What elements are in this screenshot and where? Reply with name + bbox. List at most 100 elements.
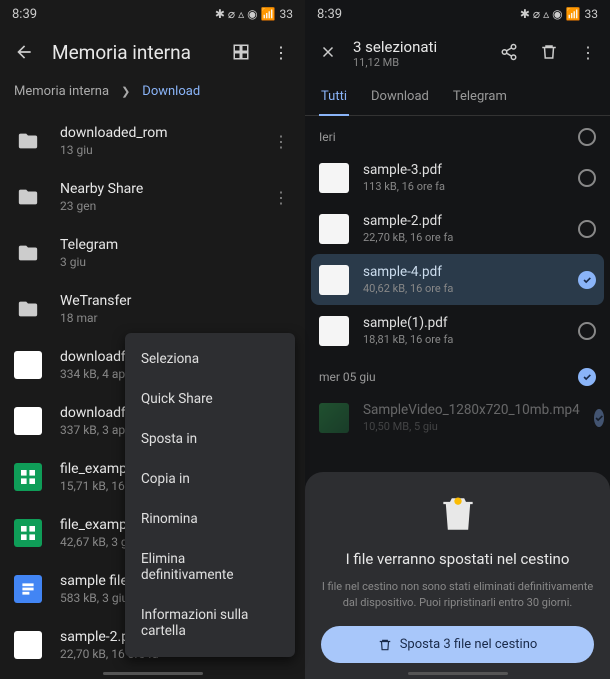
file-name: Nearby Share bbox=[60, 181, 253, 197]
list-item[interactable]: sample-2.pdf 22,70 kB, 16 ore fa bbox=[305, 203, 610, 254]
list-item[interactable]: sample-4.pdf 40,62 kB, 16 ore fa bbox=[311, 254, 604, 305]
status-bar: 8:39 ✱ ⌀ ▵ ◉ 📶 33 bbox=[0, 0, 305, 28]
page-title: Memoria interna bbox=[52, 41, 213, 64]
status-bar: 8:39 ✱ ⌀ ▵ ◉ 📶 33 bbox=[305, 0, 610, 28]
file-list: downloaded_rom13 giu⋮ Nearby Share 23 gen… bbox=[0, 113, 305, 673]
item-checkbox[interactable] bbox=[578, 322, 596, 340]
status-time: 8:39 bbox=[317, 7, 342, 22]
list-item[interactable]: downloaded_rom13 giu⋮ bbox=[0, 113, 305, 169]
file-meta: 18,81 kB, 16 ore fa bbox=[363, 333, 564, 346]
list-item[interactable]: sample(1).pdf 18,81 kB, 16 ore fa bbox=[305, 305, 610, 356]
doc-thumb-icon bbox=[14, 351, 42, 379]
sheet-title: I file verranno spostati nel cestino bbox=[321, 550, 594, 570]
file-name: sample-3.pdf bbox=[363, 162, 564, 178]
tab-all[interactable]: Tutti bbox=[319, 79, 349, 116]
menu-item-rename[interactable]: Rinomina bbox=[125, 499, 295, 539]
selection-count: 3 selezionati bbox=[353, 38, 484, 56]
bottom-sheet: I file verranno spostati nel cestino I f… bbox=[305, 472, 610, 679]
item-menu-button[interactable]: ⋮ bbox=[271, 132, 291, 151]
item-checkbox[interactable] bbox=[578, 220, 596, 238]
status-time: 8:39 bbox=[12, 7, 37, 22]
xlsx-icon bbox=[14, 519, 42, 547]
video-thumb-icon bbox=[319, 403, 349, 433]
file-name: sample-4.pdf bbox=[363, 264, 564, 280]
file-name: Telegram bbox=[60, 237, 291, 253]
tabs: Tutti Download Telegram bbox=[305, 79, 610, 116]
selection-header: 3 selezionati 11,12 MB ⋮ bbox=[305, 28, 610, 79]
section-checkbox-checked[interactable] bbox=[578, 368, 596, 386]
delete-button[interactable] bbox=[540, 43, 558, 65]
doc-thumb-icon bbox=[319, 214, 349, 244]
view-grid-button[interactable] bbox=[229, 40, 253, 64]
file-meta: 18 mar bbox=[60, 311, 291, 325]
item-checkbox-checked[interactable] bbox=[578, 271, 596, 289]
trash-icon bbox=[436, 492, 480, 536]
file-name: downloaded_rom bbox=[60, 125, 253, 141]
section-header: mer 05 giu bbox=[305, 356, 610, 392]
list-item[interactable]: SampleVideo_1280x720_10mb.mp4 10,50 MB, 5… bbox=[305, 392, 610, 443]
move-to-trash-button[interactable]: Sposta 3 file nel cestino bbox=[321, 626, 594, 663]
overflow-menu-button[interactable]: ⋮ bbox=[269, 40, 293, 64]
sheet-body: I file nel cestino non sono stati elimin… bbox=[321, 579, 594, 610]
file-meta: 3 giu bbox=[60, 255, 291, 269]
back-button[interactable] bbox=[12, 40, 36, 64]
file-meta: 40,62 kB, 16 ore fa bbox=[363, 282, 564, 295]
menu-item-move-to[interactable]: Sposta in bbox=[125, 419, 295, 459]
xlsx-icon bbox=[14, 463, 42, 491]
nav-bar-hint bbox=[103, 672, 203, 675]
trash-icon bbox=[378, 638, 392, 652]
status-icons: ✱ ⌀ ▵ ◉ 📶 33 bbox=[215, 7, 293, 21]
menu-item-folder-info[interactable]: Informazioni sulla cartella bbox=[125, 595, 295, 651]
item-menu-button[interactable]: ⋮ bbox=[271, 188, 291, 207]
file-meta: 22,70 kB, 16 ore fa bbox=[363, 231, 564, 244]
menu-item-copy-to[interactable]: Copia in bbox=[125, 459, 295, 499]
list-item[interactable]: sample-3.pdf 113 kB, 16 ore fa bbox=[305, 152, 610, 203]
folder-icon bbox=[14, 239, 42, 267]
chevron-right-icon: ❯ bbox=[121, 85, 130, 98]
screen-files-selection: 8:39 ✱ ⌀ ▵ ◉ 📶 33 3 selezionati 11,12 MB… bbox=[305, 0, 610, 679]
menu-item-select[interactable]: Seleziona bbox=[125, 339, 295, 379]
selection-size: 11,12 MB bbox=[353, 56, 484, 69]
tab-telegram[interactable]: Telegram bbox=[451, 79, 509, 115]
section-checkbox[interactable] bbox=[578, 128, 596, 146]
list-item[interactable]: Telegram 3 giu bbox=[0, 225, 305, 281]
breadcrumb-current[interactable]: Download bbox=[142, 84, 200, 99]
nav-bar-hint bbox=[408, 672, 508, 675]
list-item[interactable]: WeTransfer 18 mar bbox=[0, 281, 305, 337]
context-menu: Seleziona Quick Share Sposta in Copia in… bbox=[125, 333, 295, 657]
breadcrumb-root[interactable]: Memoria interna bbox=[14, 84, 109, 99]
file-name: sample-2.pdf bbox=[363, 213, 564, 229]
file-meta: 10,50 MB, 5 giu bbox=[363, 420, 580, 433]
folder-icon bbox=[14, 183, 42, 211]
menu-item-quick-share[interactable]: Quick Share bbox=[125, 379, 295, 419]
item-checkbox-checked[interactable] bbox=[594, 409, 604, 427]
overflow-menu-button[interactable]: ⋮ bbox=[580, 43, 596, 65]
breadcrumb: Memoria interna ❯ Download bbox=[0, 76, 305, 113]
file-meta: 113 kB, 16 ore fa bbox=[363, 180, 564, 193]
doc-thumb-icon bbox=[319, 316, 349, 346]
button-label: Sposta 3 file nel cestino bbox=[400, 637, 538, 652]
file-name: sample(1).pdf bbox=[363, 315, 564, 331]
doc-thumb-icon bbox=[319, 265, 349, 295]
section-label: Ieri bbox=[319, 130, 336, 144]
status-icons: ✱ ⌀ ▵ ◉ 📶 33 bbox=[520, 7, 598, 21]
menu-item-delete[interactable]: Elimina definitivamente bbox=[125, 539, 295, 595]
share-button[interactable] bbox=[500, 43, 518, 65]
doc-thumb-icon bbox=[14, 407, 42, 435]
file-name: SampleVideo_1280x720_10mb.mp4 bbox=[363, 402, 580, 418]
file-meta: 23 gen bbox=[60, 199, 253, 213]
screen-file-manager: 8:39 ✱ ⌀ ▵ ◉ 📶 33 Memoria interna ⋮ Memo… bbox=[0, 0, 305, 679]
docx-icon bbox=[14, 575, 42, 603]
file-name: WeTransfer bbox=[60, 293, 291, 309]
doc-thumb-icon bbox=[319, 163, 349, 193]
item-checkbox[interactable] bbox=[578, 169, 596, 187]
folder-icon bbox=[14, 127, 42, 155]
folder-icon bbox=[14, 295, 42, 323]
list-item[interactable]: Nearby Share 23 gen ⋮ bbox=[0, 169, 305, 225]
tab-download[interactable]: Download bbox=[369, 79, 431, 115]
doc-thumb-icon bbox=[14, 631, 42, 659]
section-label: mer 05 giu bbox=[319, 370, 376, 384]
close-selection-button[interactable] bbox=[319, 43, 337, 65]
section-header: Ieri bbox=[305, 116, 610, 152]
header-bar: Memoria interna ⋮ bbox=[0, 28, 305, 76]
